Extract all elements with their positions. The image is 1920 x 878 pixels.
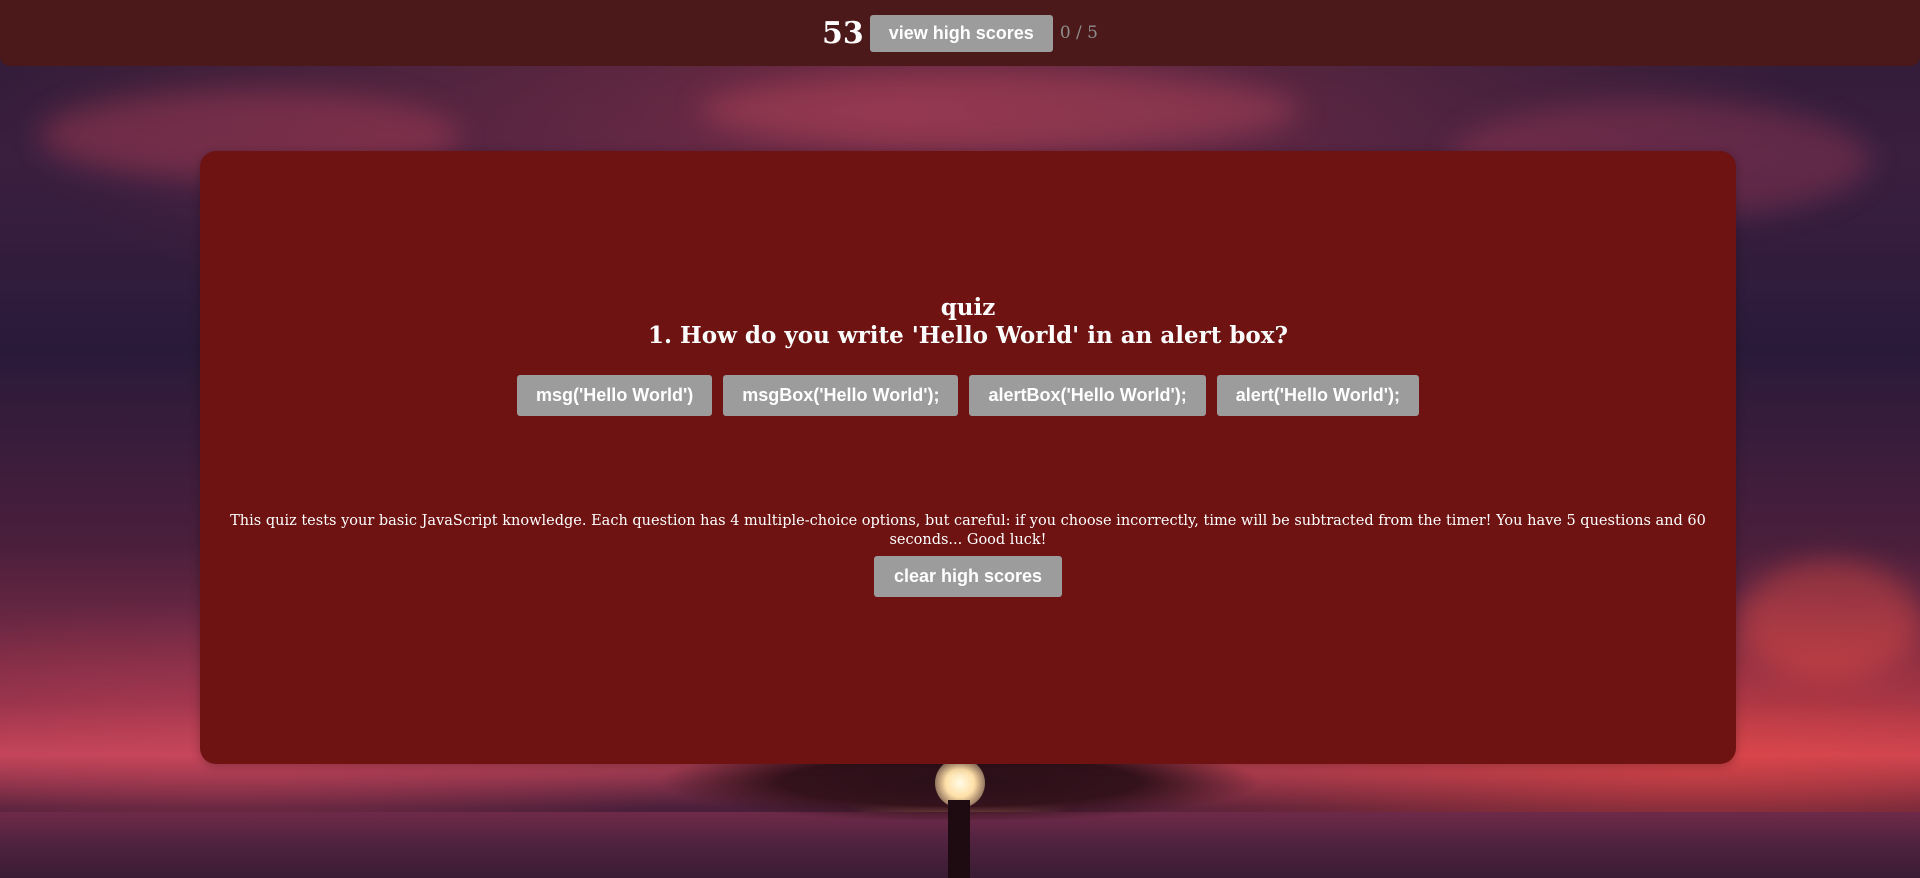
answer-button-1[interactable]: msg('Hello World') xyxy=(517,375,713,416)
top-bar: 53 view high scores 0 / 5 xyxy=(0,0,1920,66)
answer-button-3[interactable]: alertBox('Hello World'); xyxy=(969,375,1206,416)
background-cloud xyxy=(700,70,1300,150)
quiz-card: quiz 1. How do you write 'Hello World' i… xyxy=(200,151,1736,764)
view-high-scores-button[interactable]: view high scores xyxy=(869,14,1053,52)
quiz-description: This quiz tests your basic JavaScript kn… xyxy=(230,513,1706,548)
question-progress: 0 / 5 xyxy=(1059,23,1098,43)
question-text: 1. How do you write 'Hello World' in an … xyxy=(648,322,1288,349)
page: { "header": { "timer": "53", "view_high_… xyxy=(0,0,1920,878)
background-tree-trunk xyxy=(948,800,970,878)
answer-button-4[interactable]: alert('Hello World'); xyxy=(1216,375,1419,416)
background-cloud xyxy=(1740,560,1920,680)
clear-high-scores-wrapper: clear high scores xyxy=(200,556,1736,597)
quiz-title: quiz xyxy=(940,294,996,321)
answer-options: msg('Hello World') msgBox('Hello World')… xyxy=(200,375,1736,416)
answer-button-2[interactable]: msgBox('Hello World'); xyxy=(723,375,959,416)
clear-high-scores-button[interactable]: clear high scores xyxy=(873,556,1063,597)
timer: 53 xyxy=(822,15,864,51)
